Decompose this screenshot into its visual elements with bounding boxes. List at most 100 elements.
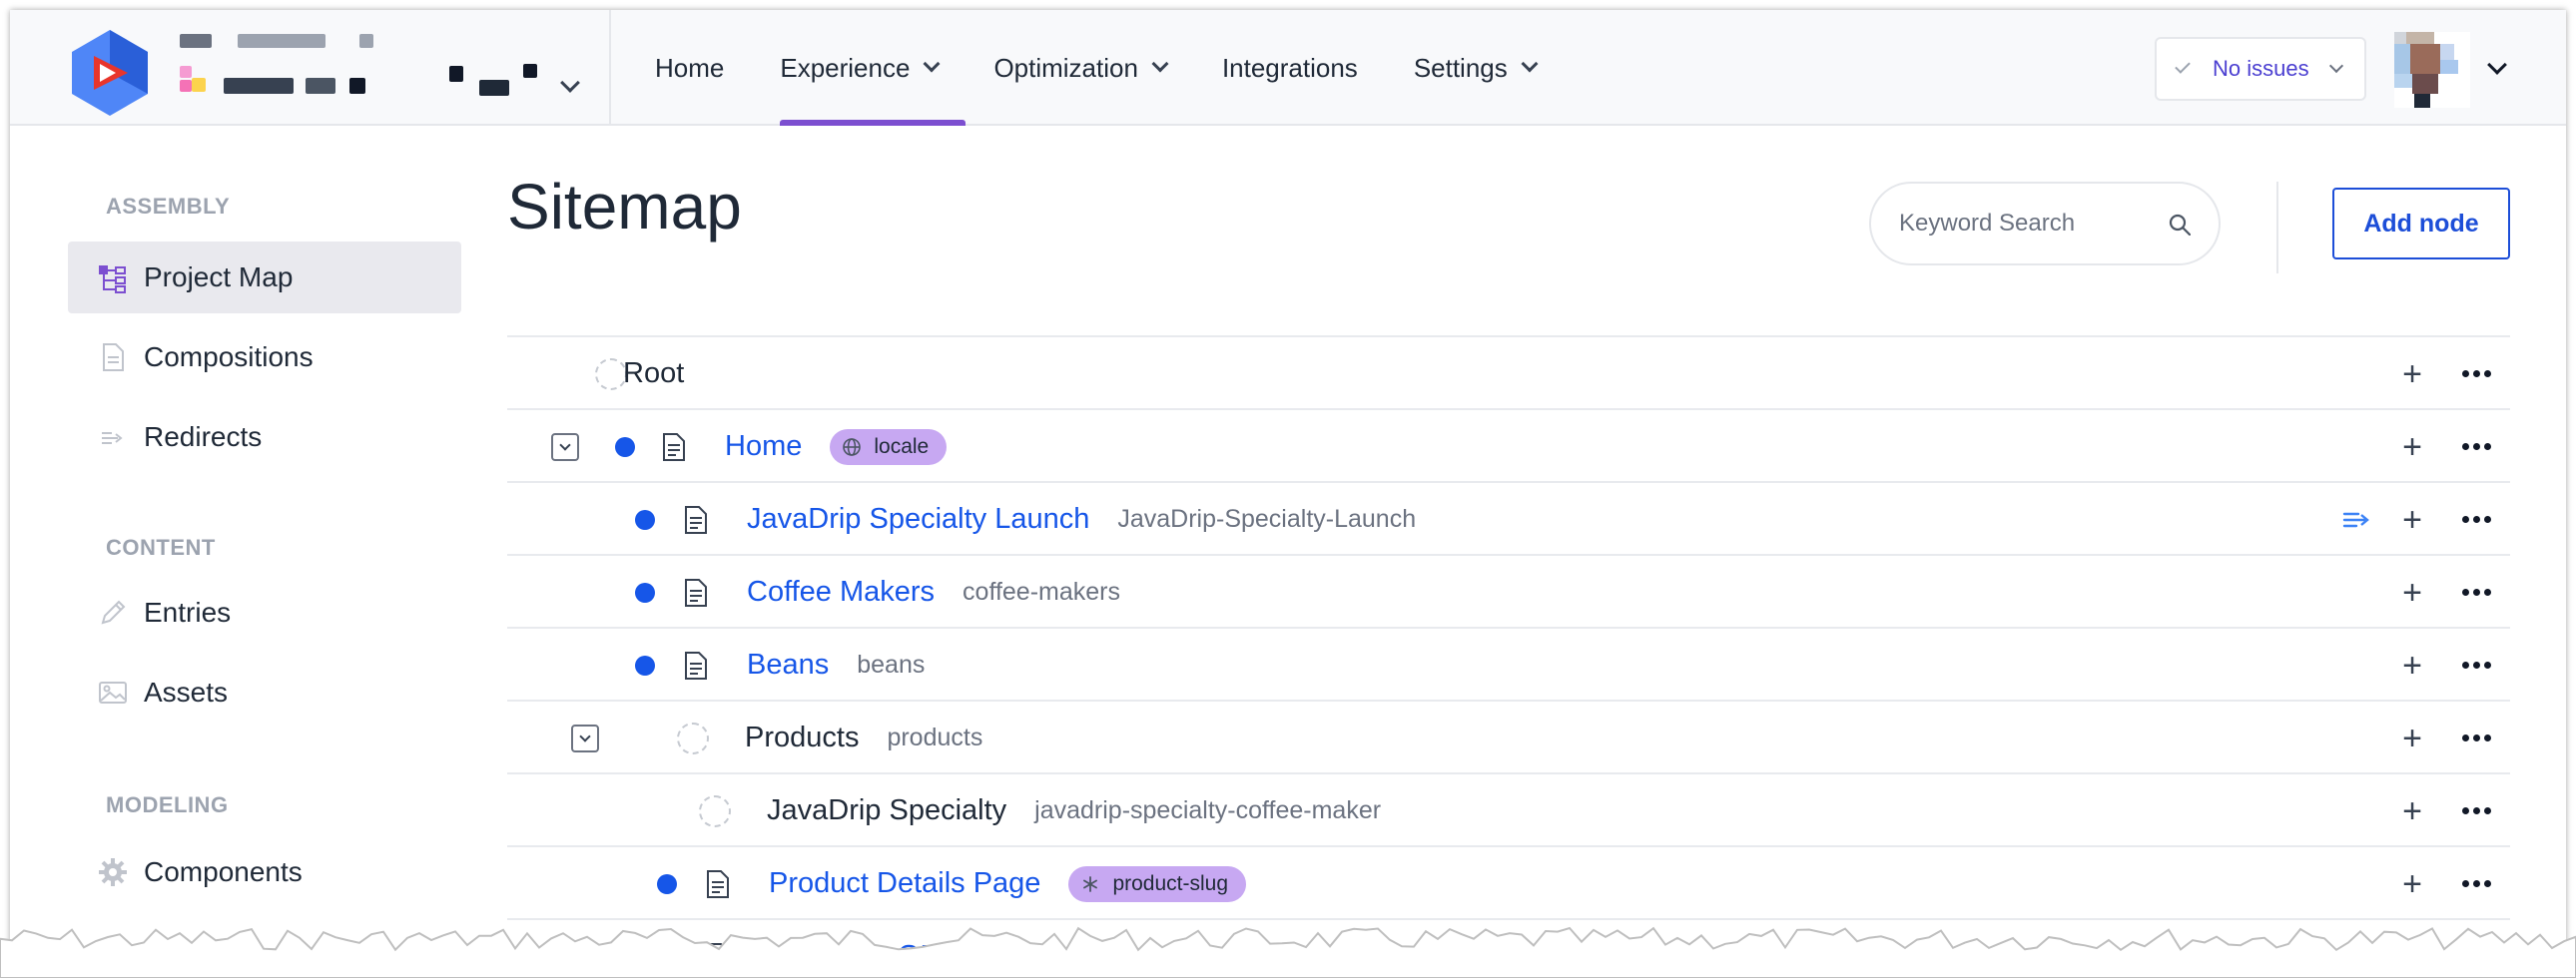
node-slug: JavaDrip-Specialty-Launch: [1117, 505, 1417, 533]
table-row: JavaDrip Specialty Launch JavaDrip-Specia…: [507, 481, 2510, 554]
node-name: Products: [745, 722, 860, 753]
nav-label: Optimization: [993, 52, 1138, 83]
sidebar-item-assets[interactable]: Assets: [68, 657, 461, 729]
nav-integrations[interactable]: Integrations: [1194, 10, 1386, 126]
node-label-group: Beans beans: [747, 629, 925, 702]
more-horizontal-icon: [2461, 370, 2491, 377]
toolbar-divider: [2276, 182, 2278, 273]
node-slug: beans: [857, 651, 926, 679]
chip-label: locale: [874, 434, 930, 458]
add-child-button[interactable]: +: [2394, 556, 2430, 629]
more-horizontal-icon: [2461, 734, 2491, 741]
sidebar-item-compositions[interactable]: Compositions: [68, 321, 461, 393]
node-name[interactable]: Coffee Makers: [747, 576, 935, 609]
row-menu-button[interactable]: [2458, 556, 2494, 629]
chevron-down-icon: [560, 73, 580, 93]
search-icon[interactable]: [2169, 214, 2191, 236]
plus-icon: +: [2402, 573, 2422, 612]
sidebar-item-label: Project Map: [144, 261, 294, 292]
status-placeholder: [699, 774, 731, 847]
more-horizontal-icon: [2461, 589, 2491, 596]
node-name[interactable]: Product Details Page: [769, 867, 1040, 900]
add-child-button[interactable]: +: [2394, 702, 2430, 774]
table-row: Product Details Page product-slug +: [507, 845, 2510, 918]
header-divider: [609, 10, 611, 126]
node-name: JavaDrip Specialty: [767, 794, 1007, 826]
table-row: Products products +: [507, 700, 2510, 772]
row-menu-button[interactable]: [2458, 629, 2494, 702]
redirect-icon[interactable]: [2338, 483, 2374, 556]
nav-label: Settings: [1413, 52, 1508, 83]
empty-circle-icon: [677, 722, 709, 754]
sidebar: ASSEMBLY Project Map Compositions Redirects…: [68, 126, 461, 968]
node-name[interactable]: JavaDrip Specialty Launch: [747, 503, 1089, 536]
sidebar-item-redirects[interactable]: Redirects: [68, 401, 461, 473]
chevron-down-icon: [1521, 55, 1539, 73]
node-name[interactable]: Beans: [747, 649, 829, 682]
avatar[interactable]: [2394, 32, 2470, 108]
redirect-icon: [96, 420, 130, 454]
sidebar-item-label: Assets: [144, 677, 229, 708]
nav-home[interactable]: Home: [627, 10, 752, 126]
document-icon: [705, 847, 731, 920]
published-dot-icon: [635, 509, 655, 530]
add-node-button[interactable]: Add node: [2332, 188, 2510, 259]
add-child-button[interactable]: +: [2394, 847, 2430, 920]
sidebar-heading-content: CONTENT: [106, 535, 216, 560]
empty-circle-icon: [699, 794, 731, 827]
issues-dropdown[interactable]: No issues: [2155, 37, 2366, 101]
add-child-button[interactable]: +: [2394, 410, 2430, 483]
pencil-icon: [96, 596, 130, 630]
sidebar-item-project-map[interactable]: Project Map: [68, 242, 461, 313]
node-label-group: JavaDrip Specialty Launch JavaDrip-Specia…: [747, 483, 1416, 556]
image-icon: [96, 676, 130, 710]
sidebar-heading-assembly: ASSEMBLY: [106, 194, 231, 219]
chevron-down-icon: [571, 724, 599, 752]
node-chip: product-slug: [1068, 865, 1246, 902]
app-logo-icon: [72, 30, 148, 116]
status-dot: [635, 629, 655, 702]
add-child-button[interactable]: +: [2394, 774, 2430, 847]
sidebar-item-components[interactable]: Components: [68, 836, 461, 908]
chevron-down-icon[interactable]: [2487, 55, 2507, 75]
sidebar-item-entries[interactable]: Entries: [68, 577, 461, 649]
row-menu-button[interactable]: [2458, 847, 2494, 920]
project-map-icon: [96, 260, 130, 294]
more-horizontal-icon: [2461, 807, 2491, 814]
plus-icon: +: [2402, 354, 2422, 393]
more-horizontal-icon: [2461, 443, 2491, 450]
published-dot-icon: [615, 436, 635, 457]
status-dot: [615, 410, 635, 483]
add-child-button[interactable]: +: [2394, 337, 2430, 410]
table-row: Beans beans +: [507, 627, 2510, 700]
nav-settings[interactable]: Settings: [1386, 10, 1564, 126]
nav-experience[interactable]: Experience: [752, 10, 966, 126]
row-menu-button[interactable]: [2458, 337, 2494, 410]
sidebar-heading-modeling: MODELING: [106, 792, 229, 817]
add-child-button[interactable]: +: [2394, 629, 2430, 702]
node-label-group: Home locale: [725, 410, 948, 483]
main-nav: Home Experience Optimization Integrations Se…: [627, 10, 1564, 126]
nav-label: Home: [655, 52, 725, 83]
sidebar-item-label: Entries: [144, 597, 232, 628]
sidebar-item-label: Components: [144, 856, 303, 887]
nav-label: Experience: [780, 52, 911, 83]
expand-toggle[interactable]: [571, 702, 599, 774]
search-input[interactable]: [1899, 210, 2159, 238]
nav-optimization[interactable]: Optimization: [966, 10, 1194, 126]
sitemap-tree: Root + Home locale + JavaDrip Specialty Launc…: [507, 335, 2510, 968]
row-menu-button[interactable]: [2458, 702, 2494, 774]
add-child-button[interactable]: +: [2394, 483, 2430, 556]
expand-toggle[interactable]: [551, 410, 579, 483]
row-menu-button[interactable]: [2458, 774, 2494, 847]
node-name[interactable]: Home: [725, 430, 802, 463]
row-menu-button[interactable]: [2458, 483, 2494, 556]
chip-label: product-slug: [1112, 871, 1228, 895]
published-dot-icon: [657, 873, 677, 894]
table-row: Home locale +: [507, 408, 2510, 481]
node-slug: javadrip-specialty-coffee-maker: [1034, 796, 1382, 824]
node-chip: locale: [830, 428, 948, 465]
chevron-down-icon: [923, 55, 941, 73]
keyword-search[interactable]: [1869, 182, 2221, 265]
row-menu-button[interactable]: [2458, 410, 2494, 483]
